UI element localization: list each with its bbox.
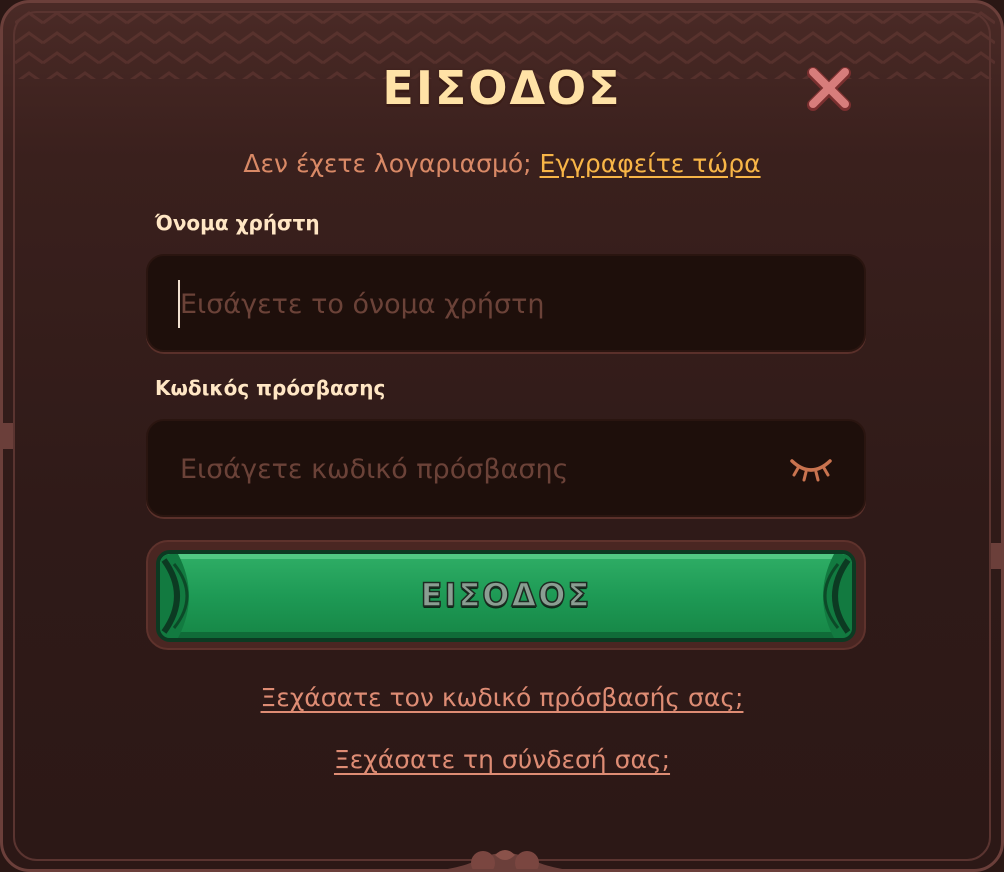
eye-closed-icon[interactable] [788,453,834,483]
forgot-login-link[interactable]: Ξεχάσατε τη σύνδεσή σας; [3,745,1001,774]
login-button-frame: ΕΙΣΟΔΟΣ [146,540,866,650]
username-label: Όνομα χρήστη [155,211,320,235]
password-input[interactable] [178,421,782,517]
signup-link[interactable]: Εγγραφείτε τώρα [540,149,761,178]
signup-row: Δεν έχετε λογαριασμό; Εγγραφείτε τώρα [3,149,1001,178]
close-icon[interactable] [803,63,855,115]
password-label: Κωδικός πρόσβασης [155,376,386,400]
bottom-ornament [447,850,563,869]
login-button-label: ΕΙΣΟΔΟΣ [420,575,592,615]
login-dialog: ΕΙΣΟΔΟΣ Δεν έχετε λογαριασμό; Εγγραφείτε… [0,0,1004,872]
forgot-password-link[interactable]: Ξεχάσατε τον κωδικό πρόσβασής σας; [3,683,1001,712]
login-button[interactable]: ΕΙΣΟΔΟΣ [156,550,856,642]
side-notch-right [991,543,1001,569]
side-notch-left [3,423,13,449]
username-field[interactable] [146,254,866,352]
username-input[interactable] [178,256,782,352]
password-field[interactable] [146,419,866,517]
signup-prompt: Δεν έχετε λογαριασμό; [243,149,532,178]
